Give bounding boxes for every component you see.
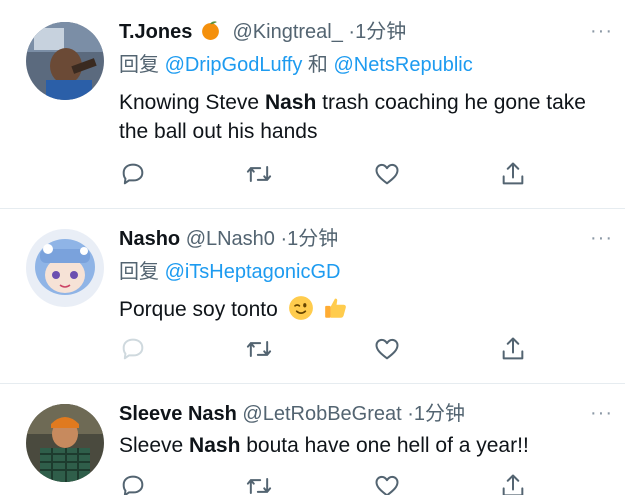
- tweet-text-body: Porque soy tonto: [119, 298, 278, 321]
- handle[interactable]: @LNash0: [186, 228, 275, 250]
- display-name[interactable]: Sleeve Nash: [119, 403, 237, 425]
- share-icon: [502, 337, 524, 360]
- like-button[interactable]: [373, 160, 401, 188]
- tweet-header: Sleeve Nash @LetRobBeGreat ·1分钟: [119, 401, 605, 427]
- like-button[interactable]: [373, 335, 401, 363]
- like-icon: [375, 163, 399, 185]
- tweet-header: T.Jones @Kingtreal_ ·1分钟: [119, 19, 605, 45]
- display-name[interactable]: T.Jones: [119, 21, 192, 43]
- retweet-icon: [246, 166, 272, 182]
- retweet-button[interactable]: [245, 472, 273, 495]
- tweet-actions: [119, 160, 539, 188]
- thumbs-up-emoji-icon: [325, 298, 347, 318]
- share-button[interactable]: [499, 160, 527, 188]
- reply-icon: [122, 338, 144, 360]
- handle[interactable]: @Kingtreal_: [232, 21, 342, 43]
- timestamp[interactable]: ·1分钟: [281, 228, 339, 250]
- mention-link[interactable]: @iTsHeptagonicGD: [165, 261, 341, 283]
- reply-button[interactable]: [119, 160, 147, 188]
- display-name[interactable]: Nasho: [119, 228, 180, 250]
- share-icon: [502, 474, 524, 495]
- share-button[interactable]: [499, 335, 527, 363]
- retweet-button[interactable]: [245, 335, 273, 363]
- retweet-icon: [246, 341, 272, 357]
- tweet-text-highlight: Nash: [189, 434, 241, 457]
- reply-context: 回复 @DripGodLuffy 和 @NetsRepublic: [119, 52, 605, 78]
- tweet-3[interactable]: ··· Sleeve Nash @LetRobBeGreat ·1分钟 Slee…: [0, 384, 625, 495]
- like-button[interactable]: [373, 472, 401, 495]
- tweet-text-part: bouta have one hell of a year!!: [240, 434, 529, 457]
- tweet-text: Knowing Steve Nash trash coaching he gon…: [119, 88, 589, 146]
- reply-icon: [122, 163, 144, 185]
- retweet-icon: [246, 478, 272, 494]
- tweet-2[interactable]: ··· Nasho @LNash0 ·1分钟 回复 @iTsHeptagonic…: [0, 209, 625, 379]
- reply-context: 回复 @iTsHeptagonicGD: [119, 259, 605, 285]
- tweet-feed: ··· T.Jones @Kingtreal_ ·1分钟 回复 @DripGod…: [0, 0, 625, 495]
- tweet-actions: [119, 335, 539, 363]
- share-icon: [502, 162, 524, 185]
- orange-emoji-icon: [202, 21, 219, 40]
- tweet-header: Nasho @LNash0 ·1分钟: [119, 226, 605, 252]
- winking-face-emoji-icon: [288, 296, 313, 320]
- reply-prefix: 回复: [119, 54, 159, 76]
- avatar-sleeve-nash[interactable]: [26, 404, 104, 482]
- reply-button[interactable]: [119, 335, 147, 363]
- tweet-1[interactable]: ··· T.Jones @Kingtreal_ ·1分钟 回复 @DripGod…: [0, 0, 625, 205]
- like-icon: [375, 475, 399, 495]
- tweet-text-part: Knowing Steve: [119, 91, 265, 114]
- avatar-tjones[interactable]: [26, 22, 104, 100]
- timestamp[interactable]: ·1分钟: [407, 403, 465, 425]
- retweet-button[interactable]: [245, 160, 273, 188]
- tweet-text-highlight: Nash: [264, 91, 317, 114]
- tweet-actions: [119, 472, 539, 495]
- handle[interactable]: @LetRobBeGreat: [242, 403, 401, 425]
- mention-link[interactable]: @DripGodLuffy: [165, 54, 303, 76]
- share-button[interactable]: [499, 472, 527, 495]
- tweet-text-part: Sleeve: [119, 434, 190, 457]
- avatar-nasho[interactable]: [26, 229, 104, 307]
- reply-prefix: 回复: [119, 261, 159, 283]
- tweet-text: Sleeve Nash bouta have one hell of a yea…: [119, 431, 605, 460]
- mention-link[interactable]: @NetsRepublic: [333, 54, 472, 76]
- reply-button[interactable]: [119, 472, 147, 495]
- reply-joiner: 和: [307, 54, 328, 76]
- tweet-text: Porque soy tonto: [119, 295, 605, 324]
- timestamp[interactable]: ·1分钟: [348, 21, 406, 43]
- like-icon: [375, 338, 399, 360]
- reply-icon: [122, 475, 144, 495]
